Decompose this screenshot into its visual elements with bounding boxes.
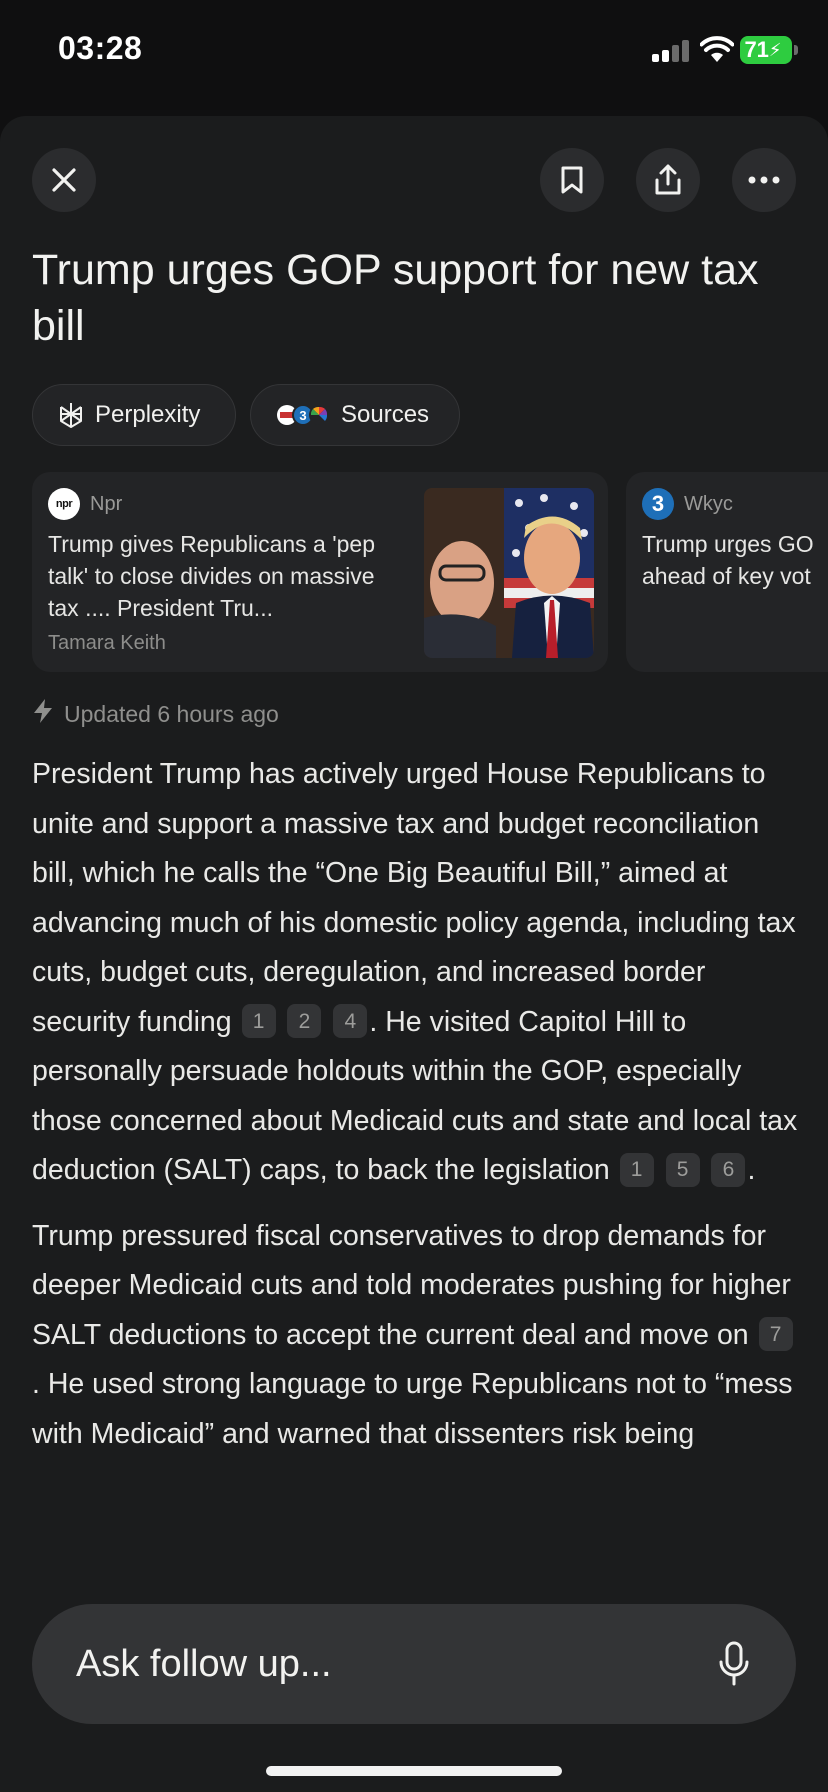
source-row: npr Npr [48, 488, 122, 520]
wkyc-logo-icon: 3 [642, 488, 674, 520]
source-name: Wkyc [684, 492, 733, 515]
npr-logo-icon: npr [48, 488, 80, 520]
battery-level: 71 [744, 37, 769, 62]
article-paragraph: Trump pressured fiscal conservatives to … [32, 1212, 802, 1460]
citation-badge[interactable]: 4 [333, 1004, 368, 1038]
citation-badge[interactable]: 2 [287, 1004, 322, 1038]
home-indicator [266, 1766, 562, 1776]
close-button[interactable] [32, 148, 96, 212]
sources-chip-label: Sources [341, 401, 430, 428]
share-icon [655, 164, 681, 195]
updated-text: Updated 6 hours ago [64, 700, 279, 727]
citation-badge[interactable]: 1 [241, 1004, 276, 1038]
source-card-wkyc[interactable]: 3 Wkyc Trump urges GO ahead of key vot [626, 472, 828, 672]
bookmark-button[interactable] [540, 148, 604, 212]
microphone-icon[interactable] [716, 1640, 752, 1688]
citation-badge[interactable]: 6 [711, 1152, 746, 1187]
source-card-text: Trump urges GO ahead of key vot [642, 528, 828, 592]
status-time: 03:28 [58, 30, 143, 66]
battery-indicator: 71 ⚡ [740, 36, 798, 64]
perplexity-logo-icon [57, 401, 85, 429]
source-card-text-line: ahead of key vot [642, 563, 811, 589]
article-sheet: Trump urges GOP support for new tax bill… [0, 116, 828, 1792]
source-row: 3 Wkyc [642, 488, 733, 520]
source-card-text-line: Trump urges GO [642, 531, 814, 557]
paragraph-text: . [747, 1154, 756, 1186]
paragraph-text: President Trump has actively urged House… [32, 758, 796, 1038]
paragraph-text: Trump pressured fiscal conservatives to … [32, 1219, 791, 1351]
perplexity-chip-label: Perplexity [95, 401, 201, 428]
citation-badge[interactable]: 1 [619, 1152, 654, 1187]
more-options-button[interactable] [732, 148, 796, 212]
source-card-author: Tamara Keith [48, 632, 166, 654]
updated-indicator: Updated 6 hours ago [32, 698, 279, 730]
status-bar: 03:28 71 ⚡ [0, 0, 828, 110]
article-paragraph: President Trump has actively urged House… [32, 750, 802, 1196]
cellular-signal-icon [652, 40, 692, 62]
charging-bolt-icon: ⚡ [768, 39, 782, 60]
bookmark-icon [561, 166, 583, 194]
close-icon [52, 168, 76, 192]
citation-badge[interactable]: 5 [665, 1152, 700, 1187]
source-card-npr[interactable]: npr Npr Trump gives Republicans a 'pep t… [32, 472, 608, 672]
share-button[interactable] [636, 148, 700, 212]
source-name: Npr [90, 492, 123, 515]
lightning-icon [32, 698, 54, 730]
paragraph-text: . He used strong language to urge Republ… [32, 1368, 793, 1450]
more-icon [748, 176, 780, 184]
source-card-thumbnail [424, 488, 594, 658]
ask-placeholder: Ask follow up... [76, 1642, 332, 1685]
svg-text:3: 3 [299, 408, 306, 423]
source-card-text: Trump gives Republicans a 'pep talk' to … [48, 531, 375, 621]
article-title: Trump urges GOP support for new tax bill [32, 246, 759, 350]
citation-badge[interactable]: 7 [758, 1317, 793, 1351]
wifi-icon [699, 36, 735, 64]
sources-chip[interactable]: 3 Sources [250, 384, 460, 446]
perplexity-chip[interactable]: Perplexity [32, 384, 236, 446]
article-body: President Trump has actively urged House… [32, 750, 802, 1475]
source-logos-icon: 3 [275, 401, 331, 429]
ask-follow-up-input[interactable]: Ask follow up... [32, 1604, 796, 1724]
